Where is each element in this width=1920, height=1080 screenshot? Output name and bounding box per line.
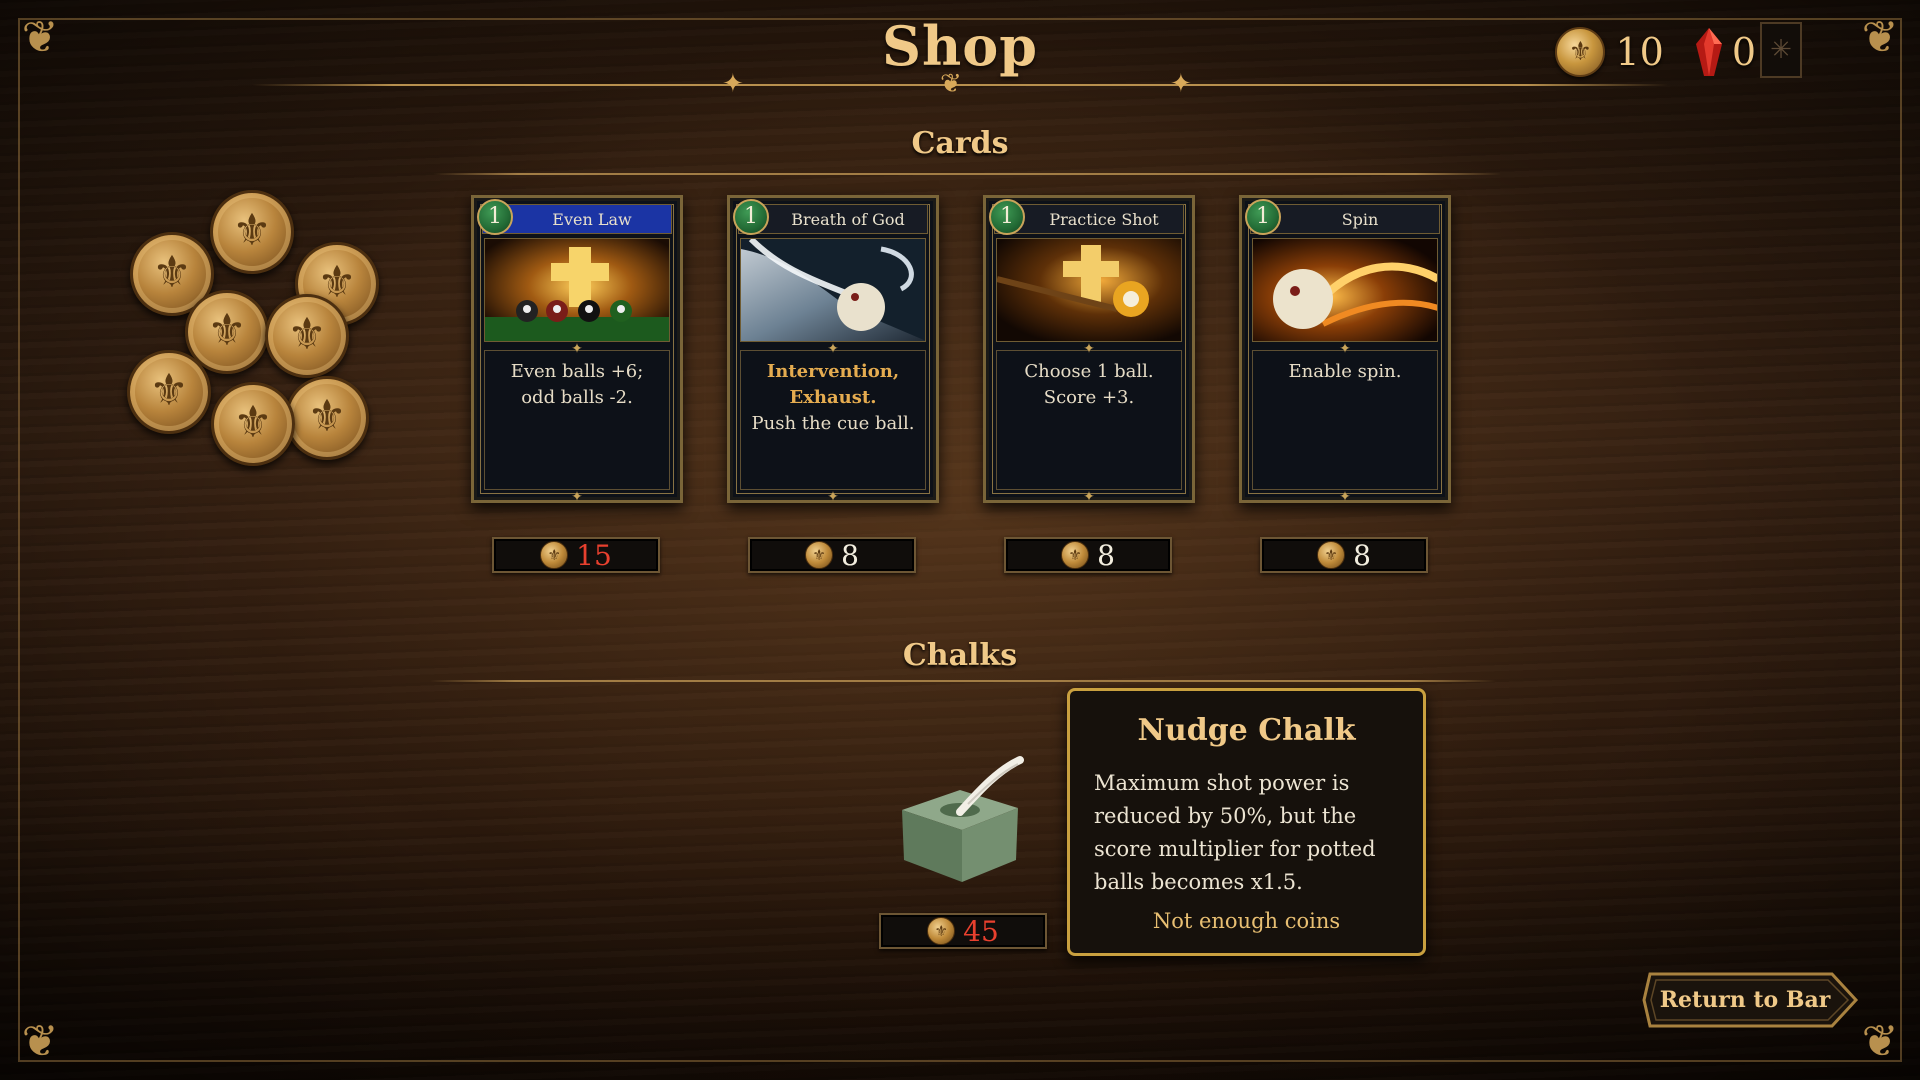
card-price-tag[interactable]: ⚜ 15 — [492, 537, 660, 573]
coin-icon: ⚜ — [927, 917, 956, 945]
currency-bar: ⚜ 10 0 — [1555, 24, 1770, 80]
card-price-tag[interactable]: ⚜ 8 — [1004, 537, 1172, 573]
divider-ornament-icon: ❦ — [940, 69, 962, 99]
card-description: Enable spin. — [1252, 350, 1438, 490]
card-art-spin — [1252, 238, 1438, 342]
shop-card-spin[interactable]: 1 Spin ✦ Enable spin. ✦ — [1239, 195, 1451, 505]
card-price-tag[interactable]: ⚜ 8 — [748, 537, 916, 573]
card-cost-badge: 1 — [477, 199, 513, 235]
pile-coin-icon: ⚜ — [285, 376, 369, 460]
nudge-chalk-item[interactable] — [890, 750, 1030, 890]
divider-ornament-icon: ✦ — [1170, 69, 1192, 99]
pile-coin-icon: ⚜ — [265, 294, 349, 378]
chalk-price: 45 — [963, 914, 999, 948]
card-cost-badge: 1 — [1245, 199, 1281, 235]
chalk-price-tag[interactable]: ⚜ 45 — [879, 913, 1047, 949]
chalks-section-title: Chalks — [902, 638, 1018, 673]
card-effect-text: Even balls +6; odd balls -2. — [510, 361, 644, 408]
card-price: 15 — [576, 538, 612, 572]
pile-coin-icon: ⚜ — [210, 190, 294, 274]
coin-pile-decoration: ⚜ ⚜ ⚜ ⚜ ⚜ ⚜ ⚜ ⚜ — [125, 190, 385, 470]
card-price-tag[interactable]: ⚜ 8 — [1260, 537, 1428, 573]
card-description: Even balls +6; odd balls -2. — [484, 350, 670, 490]
corner-ornament-icon: ❦ — [21, 1016, 59, 1067]
card-cost-badge: 1 — [989, 199, 1025, 235]
card-price: 8 — [1353, 538, 1371, 572]
return-to-bar-label: Return to Bar — [1659, 987, 1831, 1013]
coin-icon: ⚜ — [805, 541, 834, 569]
shop-card-practice-shot[interactable]: 1 Practice Shot ✦ Choose 1 ball. Score +… — [983, 195, 1195, 505]
tooltip-title: Nudge Chalk — [1137, 713, 1356, 748]
pile-coin-icon: ⚜ — [211, 382, 295, 466]
gem-count: 0 — [1731, 30, 1756, 74]
card-description: Intervention, Exhaust. Push the cue ball… — [740, 350, 926, 490]
tooltip-warning: Not enough coins — [1152, 909, 1341, 933]
card-art-practice-shot — [996, 238, 1182, 342]
chalk-cube-icon — [902, 756, 1024, 882]
card-cost-badge: 1 — [733, 199, 769, 235]
settings-icon: ✳ — [1770, 35, 1792, 65]
card-effect-text: Choose 1 ball. Score +3. — [1024, 361, 1154, 408]
card-name: Spin — [1341, 210, 1379, 229]
shop-card-breath-of-god[interactable]: 1 Breath of God ✦ Intervention, Exhaust.… — [727, 195, 939, 505]
card-bottom-ornament-icon: ✦ — [827, 489, 839, 505]
red-crystal-icon — [1695, 28, 1722, 76]
card-art-even-law — [484, 238, 670, 342]
fleur-de-lis-coin-icon: ⚜ — [1555, 27, 1606, 77]
chalks-section-divider — [430, 680, 1496, 682]
card-bottom-ornament-icon: ✦ — [1083, 489, 1095, 505]
item-tooltip: Nudge Chalk Maximum shot power is reduce… — [1067, 688, 1426, 956]
card-effect-text: Enable spin. — [1288, 361, 1402, 382]
pile-coin-icon: ⚜ — [127, 350, 211, 434]
card-keywords: Intervention, Exhaust. — [766, 361, 900, 408]
card-description: Choose 1 ball. Score +3. — [996, 350, 1182, 490]
cards-section-divider — [433, 173, 1501, 175]
coin-icon: ⚜ — [1317, 541, 1346, 569]
card-name: Breath of God — [791, 210, 905, 229]
divider-ornament-icon: ✦ — [722, 69, 744, 99]
coin-count: 10 — [1615, 30, 1664, 74]
coin-icon: ⚜ — [540, 541, 569, 569]
cards-section-title: Cards — [911, 126, 1009, 161]
card-bottom-ornament-icon: ✦ — [1339, 489, 1351, 505]
tooltip-description: Maximum shot power is reduced by 50%, bu… — [1094, 771, 1376, 894]
card-art-breath-of-god — [740, 238, 926, 342]
card-effect-text: Push the cue ball. — [751, 413, 915, 434]
return-to-bar-button[interactable]: Return to Bar — [1642, 970, 1862, 1030]
card-bottom-ornament-icon: ✦ — [571, 489, 583, 505]
shop-card-even-law[interactable]: 1 Even Law ✦ Even balls +6; odd balls -2… — [471, 195, 683, 505]
settings-button[interactable]: ✳ — [1760, 22, 1802, 78]
card-price: 8 — [841, 538, 859, 572]
coin-icon: ⚜ — [1061, 541, 1090, 569]
card-price: 8 — [1097, 538, 1115, 572]
card-name: Practice Shot — [1049, 210, 1159, 229]
card-name: Even Law — [552, 210, 632, 229]
